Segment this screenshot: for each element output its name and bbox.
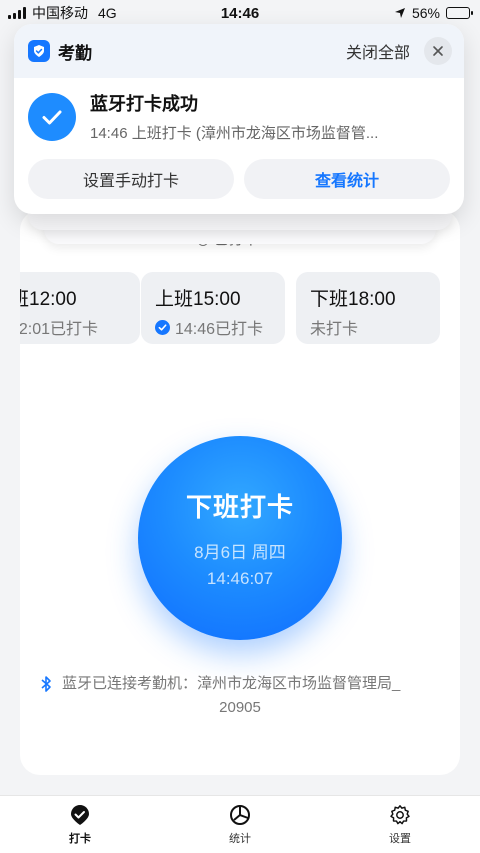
shift-status: 未打卡 xyxy=(310,315,426,339)
bluetooth-line1: 蓝牙已连接考勤机：漳州市龙海区市场监督管理局_ xyxy=(62,675,401,692)
shift-status: 12:01已打卡 xyxy=(20,315,126,339)
status-right: 56% xyxy=(394,5,473,21)
notification-header: 考勤 关闭全部 xyxy=(14,24,464,78)
shift-strip[interactable]: 班12:00 12:01已打卡 上班15:00 14:46已打卡 下班18:00… xyxy=(20,272,460,344)
check-shield-icon xyxy=(71,804,89,825)
shift-status-text: 12:01已打卡 xyxy=(20,321,99,338)
signal-icon xyxy=(8,7,26,19)
notification-actions: 设置手动打卡 查看统计 xyxy=(14,143,464,199)
punch-date: 8月6日 周四 xyxy=(194,543,286,562)
location-arrow-icon xyxy=(394,8,405,18)
tab-label: 统计 xyxy=(229,832,251,845)
shift-title: 下班18:00 xyxy=(310,289,396,310)
set-manual-punch-button[interactable]: 设置手动打卡 xyxy=(28,159,234,199)
close-all-button[interactable]: 关闭全部 xyxy=(346,39,410,63)
gear-icon xyxy=(390,804,410,824)
shift-card[interactable]: 上班15:00 14:46已打卡 xyxy=(141,272,285,344)
status-left: 中国移动 4G xyxy=(8,3,117,23)
tab-stats[interactable]: 统计 xyxy=(160,796,320,853)
shift-card[interactable]: 下班18:00 未打卡 xyxy=(296,272,440,344)
notification-app-name: 考勤 xyxy=(58,43,92,63)
tab-label: 设置 xyxy=(389,832,411,845)
punch-button-label: 下班打卡 xyxy=(185,492,294,522)
success-check-icon xyxy=(28,92,76,141)
punch-time: 14:46:07 xyxy=(206,569,274,588)
notification-title: 蓝牙打卡成功 xyxy=(90,94,198,114)
status-time: 14:46 xyxy=(220,4,260,22)
network-label: 4G xyxy=(98,5,117,21)
view-stats-button[interactable]: 查看统计 xyxy=(244,159,450,199)
notification-banner[interactable]: 考勤 关闭全部 蓝牙打卡成功 14:46 上班打卡 (漳州市龙海区市场监督管..… xyxy=(14,24,464,214)
battery-percent: 56% xyxy=(411,5,440,21)
notification-subtitle: 14:46 上班打卡 (漳州市龙海区市场监督管... xyxy=(90,125,379,142)
bluetooth-icon xyxy=(41,676,51,692)
shift-status-text: 14:46已打卡 xyxy=(175,321,264,338)
tab-label: 打卡 xyxy=(69,832,91,845)
bluetooth-line2: 20905 xyxy=(219,699,261,716)
battery-icon xyxy=(446,7,473,19)
bottom-tabbar: 打卡 统计 设置 xyxy=(0,795,480,853)
shift-status: 14:46已打卡 xyxy=(155,315,271,339)
notification-text: 蓝牙打卡成功 14:46 上班打卡 (漳州市龙海区市场监督管... xyxy=(90,90,378,143)
shift-card[interactable]: 班12:00 12:01已打卡 xyxy=(20,272,140,344)
bluetooth-status: 蓝牙已连接考勤机：漳州市龙海区市场监督管理局_ 20905 xyxy=(40,672,450,720)
notification-body: 蓝牙打卡成功 14:46 上班打卡 (漳州市龙海区市场监督管... xyxy=(14,78,464,143)
punch-out-button[interactable]: 下班打卡 8月6日 周四 14:46:07 xyxy=(138,436,342,640)
tab-punch[interactable]: 打卡 xyxy=(0,796,160,853)
shift-status-text: 未打卡 xyxy=(310,321,359,338)
check-circle-icon xyxy=(155,319,170,335)
pie-chart-icon xyxy=(230,804,250,825)
close-icon[interactable] xyxy=(424,37,452,65)
tab-settings[interactable]: 设置 xyxy=(320,796,480,853)
status-bar: 中国移动 4G 14:46 56% xyxy=(0,0,480,26)
shift-title: 上班15:00 xyxy=(155,289,241,310)
app-shield-icon xyxy=(28,40,50,62)
shift-title: 班12:00 xyxy=(20,289,77,310)
carrier-label: 中国移动 xyxy=(32,5,88,21)
